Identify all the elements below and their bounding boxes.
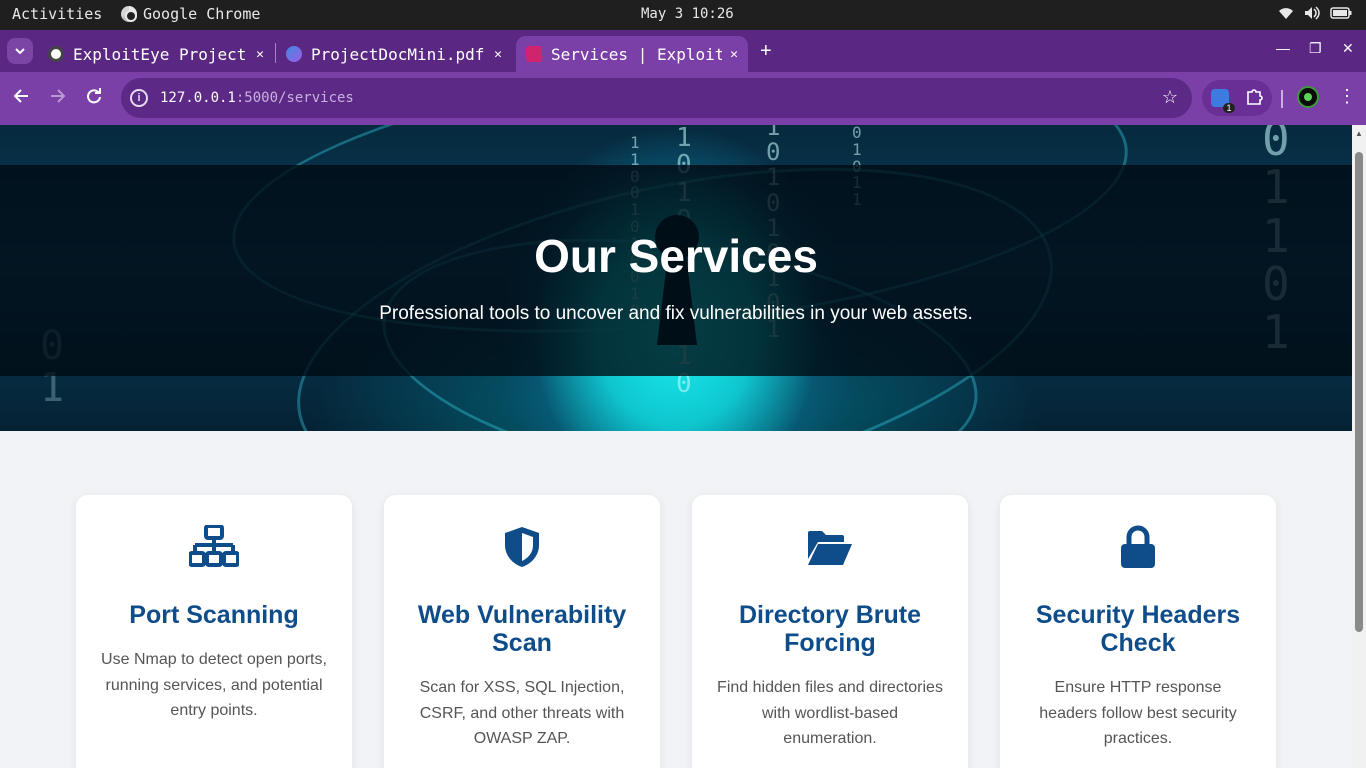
arrow-right-icon (51, 89, 66, 103)
service-card-web-vulnerability-scan[interactable]: Web Vulnerability Scan Scan for XSS, SQL… (384, 495, 660, 768)
service-description: Find hidden files and directories with w… (717, 679, 943, 747)
extensions-group: 1 (1202, 80, 1272, 116)
app-menu[interactable]: Google Chrome (121, 5, 260, 23)
wifi-icon (1279, 8, 1293, 19)
service-title: Web Vulnerability Scan (417, 601, 627, 657)
arrow-left-icon (13, 89, 28, 103)
scrollbar-thumb[interactable] (1355, 152, 1363, 632)
volume-icon (1305, 6, 1320, 20)
tab-projectdocmini[interactable]: ProjectDocMini.pdf ✕ (276, 36, 512, 72)
page-viewport: 01101 01 1010101010 101010101 1100101001… (0, 125, 1352, 768)
chatgpt-icon (48, 46, 64, 62)
page-scrollbar[interactable]: ▲ (1352, 125, 1366, 768)
maximize-button[interactable]: ❐ (1309, 40, 1322, 57)
new-tab-button[interactable]: + (760, 40, 772, 63)
tab-title: ProjectDocMini.pdf (311, 44, 485, 64)
chrome-icon (121, 6, 137, 22)
tab-search-button[interactable] (7, 38, 33, 64)
service-card-directory-brute-forcing[interactable]: Directory Brute Forcing Find hidden file… (692, 495, 968, 768)
back-button[interactable] (13, 88, 29, 109)
close-icon[interactable]: ✕ (256, 47, 264, 62)
activities-button[interactable]: Activities (12, 5, 102, 23)
forward-button[interactable] (50, 88, 66, 109)
battery-icon (1330, 7, 1352, 19)
hero-banner: 01101 01 1010101010 101010101 1100101001… (0, 125, 1352, 431)
service-description: Scan for XSS, SQL Injection, CSRF, and o… (419, 679, 625, 747)
page-title: Our Services (534, 230, 818, 282)
network-icon (76, 525, 352, 569)
reload-icon (87, 88, 101, 104)
minimize-button[interactable]: — (1276, 40, 1290, 56)
page-subtitle: Professional tools to uncover and fix vu… (379, 303, 973, 324)
app-name: Google Chrome (143, 5, 261, 23)
folder-open-icon (692, 525, 968, 569)
url-text[interactable]: 127.0.0.1:5000/services (160, 90, 354, 106)
service-title: Security Headers Check (1035, 601, 1241, 657)
toolbar-separator (1281, 90, 1283, 108)
shield-icon (384, 525, 660, 569)
lock-favicon (526, 46, 542, 62)
more-menu-icon[interactable]: ⋮ (1338, 86, 1356, 107)
browser-toolbar: i 127.0.0.1:5000/services ☆ 1 (0, 72, 1366, 125)
tab-strip: ExploitEye Project ✕ ProjectDocMini.pdf … (0, 30, 1366, 72)
site-info-icon[interactable]: i (130, 89, 148, 107)
scroll-up-icon[interactable]: ▲ (1355, 129, 1363, 138)
pdf-icon (286, 46, 302, 62)
service-description: Ensure HTTP response headers follow best… (1039, 679, 1237, 747)
lock-icon (1000, 525, 1276, 569)
close-window-button[interactable]: ✕ (1342, 40, 1354, 57)
service-card-port-scanning[interactable]: Port Scanning Use Nmap to detect open po… (76, 495, 352, 768)
tab-exploiteye-project[interactable]: ExploitEye Project ✕ (38, 36, 274, 72)
profile-avatar[interactable] (1297, 86, 1319, 108)
system-tray[interactable] (1278, 6, 1352, 20)
clock[interactable]: May 3 10:26 (641, 6, 734, 22)
service-card-security-headers-check[interactable]: Security Headers Check Ensure HTTP respo… (1000, 495, 1276, 768)
chevron-down-icon (15, 48, 25, 54)
service-title: Port Scanning (129, 601, 299, 629)
puzzle-icon[interactable] (1246, 87, 1264, 110)
close-icon[interactable]: ✕ (730, 47, 738, 62)
address-bar[interactable]: i 127.0.0.1:5000/services ☆ (121, 78, 1192, 118)
tab-services[interactable]: Services | ExploitEye ✕ (516, 36, 748, 72)
close-icon[interactable]: ✕ (494, 47, 502, 62)
service-title: Directory Brute Forcing (739, 601, 921, 657)
system-top-bar: Activities Google Chrome May 3 10:26 (0, 0, 1366, 30)
reload-button[interactable] (86, 88, 102, 109)
tab-title: ExploitEye Project (73, 44, 247, 64)
service-description: Use Nmap to detect open ports, running s… (101, 651, 327, 719)
bookmark-star-icon[interactable]: ☆ (1162, 87, 1178, 108)
extension-icon[interactable]: 1 (1210, 89, 1235, 113)
tab-title: Services | ExploitEye (551, 44, 723, 64)
